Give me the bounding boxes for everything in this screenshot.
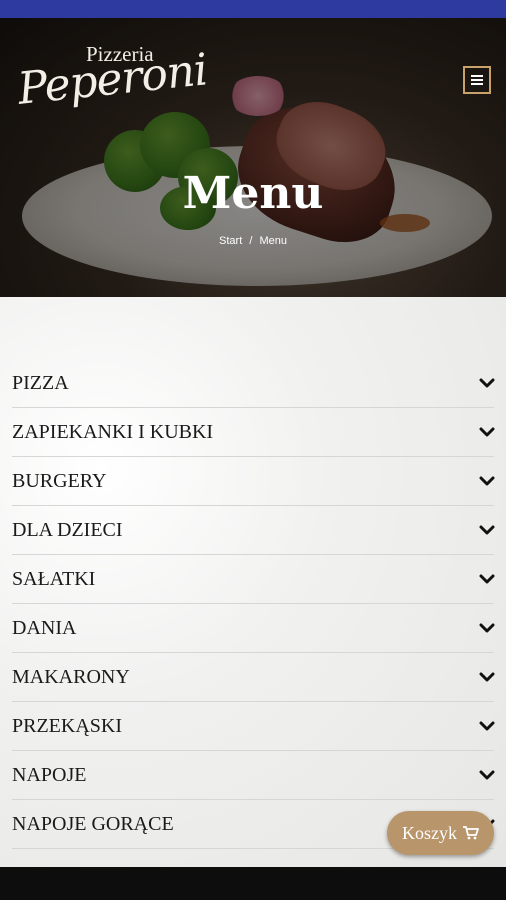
chevron-down-icon[interactable] xyxy=(478,766,496,784)
cart-icon xyxy=(463,826,479,840)
menu-category-label: DANIA xyxy=(12,616,77,639)
menu-category-item[interactable]: BURGERY xyxy=(12,457,496,506)
menu-category-label: DLA DZIECI xyxy=(12,518,123,541)
hamburger-icon xyxy=(471,75,483,85)
breadcrumb-current: Menu xyxy=(259,235,287,247)
chevron-down-icon[interactable] xyxy=(478,374,496,392)
cart-button[interactable]: Koszyk xyxy=(387,811,494,855)
menu-category-label: NAPOJE xyxy=(12,763,87,786)
menu-category-label: PRZEKĄSKI xyxy=(12,714,123,737)
cart-label: Koszyk xyxy=(402,822,457,843)
menu-category-label: ZAPIEKANKI I KUBKI xyxy=(12,420,214,443)
breadcrumb-home-link[interactable]: Start xyxy=(219,235,242,247)
chevron-down-icon[interactable] xyxy=(478,570,496,588)
menu-category-item[interactable]: ZAPIEKANKI I KUBKI xyxy=(12,408,496,457)
menu-category-item[interactable]: PRZEKĄSKI xyxy=(12,702,496,751)
chevron-down-icon[interactable] xyxy=(478,521,496,539)
menu-category-label: NAPOJE GORĄCE xyxy=(12,812,174,835)
menu-category-item[interactable]: NAPOJE xyxy=(12,751,496,800)
chevron-down-icon[interactable] xyxy=(478,668,496,686)
chevron-down-icon[interactable] xyxy=(478,472,496,490)
brand-line2: Peperoni xyxy=(15,44,210,115)
status-bar xyxy=(0,0,506,18)
breadcrumb-separator: / xyxy=(249,235,253,247)
menu-category-label: SAŁATKI xyxy=(12,567,96,590)
menu-toggle-button[interactable] xyxy=(463,66,491,94)
menu-category-label: PIZZA xyxy=(12,371,69,394)
chevron-down-icon[interactable] xyxy=(478,423,496,441)
menu-category-label: MAKARONY xyxy=(12,665,130,688)
menu-category-item[interactable]: DLA DZIECI xyxy=(12,506,496,555)
menu-category-item[interactable]: DANIA xyxy=(12,604,496,653)
menu-category-item[interactable]: SAŁATKI xyxy=(12,555,496,604)
menu-category-item[interactable]: PIZZA xyxy=(12,359,496,408)
menu-category-item[interactable]: MAKARONY xyxy=(12,653,496,702)
menu-content: PIZZA ZAPIEKANKI I KUBKI BURGERY DLA DZIECI… xyxy=(0,297,506,867)
chevron-down-icon[interactable] xyxy=(478,717,496,735)
chevron-down-icon[interactable] xyxy=(478,619,496,637)
brand-logo[interactable]: Pizzeria Peperoni xyxy=(14,42,209,132)
hero-banner: Pizzeria Peperoni Menu Start / Menu xyxy=(0,18,506,297)
page-title: Menu xyxy=(182,168,324,219)
menu-category-list: PIZZA ZAPIEKANKI I KUBKI BURGERY DLA DZIECI… xyxy=(12,359,496,849)
navigation-bar xyxy=(0,867,506,900)
menu-category-label: BURGERY xyxy=(12,469,107,492)
breadcrumb: Start / Menu xyxy=(0,235,506,247)
